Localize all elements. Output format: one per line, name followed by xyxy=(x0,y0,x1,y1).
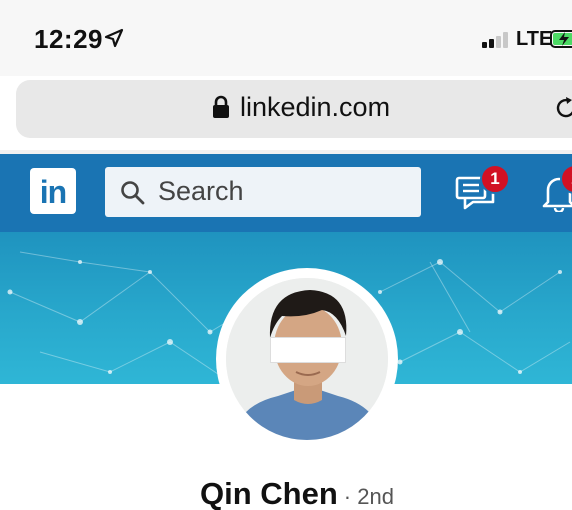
reload-icon[interactable] xyxy=(554,96,572,120)
connection-degree: · 2nd xyxy=(343,484,394,509)
status-time: 12:29 xyxy=(34,24,103,54)
network-type: LTE xyxy=(516,28,553,50)
search-icon xyxy=(121,181,145,205)
lock-icon xyxy=(213,95,229,118)
profile-name-line: Qin Chen · 2nd xyxy=(200,476,394,510)
search-input[interactable] xyxy=(105,167,421,217)
privacy-blur-bar xyxy=(270,337,346,363)
signal-icon xyxy=(482,32,508,48)
location-arrow-icon xyxy=(104,28,124,48)
battery-charging-icon xyxy=(550,30,572,48)
messaging-badge: 1 xyxy=(480,164,510,194)
search-placeholder[interactable]: Search xyxy=(158,176,244,207)
url-text[interactable]: linkedin.com xyxy=(240,92,390,123)
linkedin-logo[interactable]: in xyxy=(30,168,76,214)
profile-name: Qin Chen xyxy=(200,476,338,510)
mobile-screen: 12:29 LTE linkedin.com in Search 1 Qin C… xyxy=(0,0,572,510)
